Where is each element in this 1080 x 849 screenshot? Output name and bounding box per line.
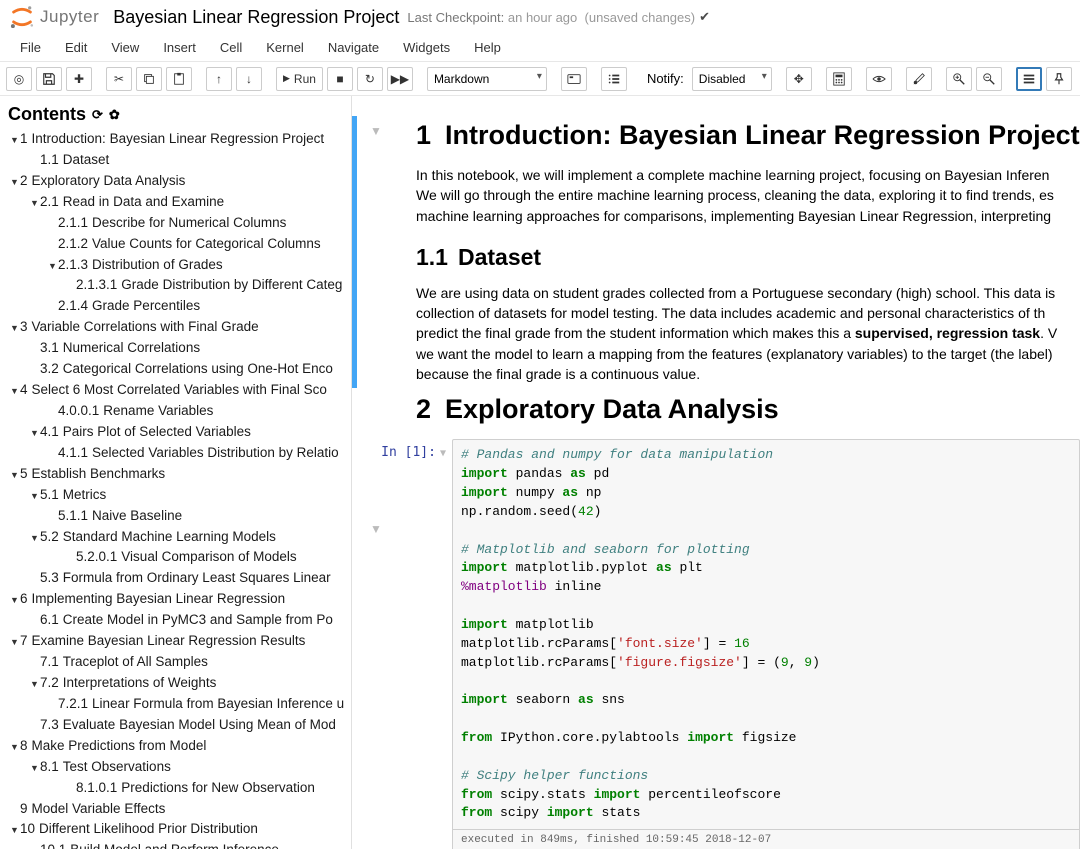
toc-item[interactable]: ▼2.1.3Distribution of Grades <box>8 255 347 276</box>
menu-help[interactable]: Help <box>462 36 513 59</box>
run-button[interactable]: ▶Run <box>276 67 323 91</box>
main-area: Contents ⟳ ✿ ▼1Introduction: Bayesian Li… <box>0 96 1080 849</box>
markdown-cell[interactable]: 1Introduction: Bayesian Linear Regressio… <box>372 120 1080 384</box>
toc-item[interactable]: ▼2.1Read in Data and Examine <box>8 192 347 213</box>
list-view-button[interactable] <box>1016 67 1042 91</box>
calculator-icon[interactable] <box>826 67 852 91</box>
add-cell-button[interactable]: ✚ <box>66 67 92 91</box>
menu-widgets[interactable]: Widgets <box>391 36 462 59</box>
toc-item[interactable]: 5.3Formula from Ordinary Least Squares L… <box>8 568 347 589</box>
collapse-input-icon[interactable]: ▼ <box>440 448 446 459</box>
toc-item[interactable]: ▼7.2Interpretations of Weights <box>8 673 347 694</box>
move-icon[interactable]: ✥ <box>786 67 812 91</box>
menu-edit[interactable]: Edit <box>53 36 99 59</box>
cut-button[interactable]: ✂ <box>106 67 132 91</box>
toc-sidebar: Contents ⟳ ✿ ▼1Introduction: Bayesian Li… <box>0 96 352 849</box>
cell-selection-bar <box>352 116 357 388</box>
toc-title: Contents ⟳ ✿ <box>8 104 347 125</box>
execution-info: executed in 849ms, finished 10:59:45 201… <box>453 829 1079 849</box>
toc-item[interactable]: 5.2.0.1Visual Comparison of Models <box>8 547 347 568</box>
code-input[interactable]: # Pandas and numpy for data manipulation… <box>452 439 1080 849</box>
toc-item[interactable]: 9Model Variable Effects <box>8 799 347 820</box>
menubar: File Edit View Insert Cell Kernel Naviga… <box>0 34 1080 62</box>
toc-item[interactable]: ▼4.1Pairs Plot of Selected Variables <box>8 422 347 443</box>
toc-item[interactable]: ▼5.1Metrics <box>8 485 347 506</box>
toc-item[interactable]: ▼10Different Likelihood Prior Distributi… <box>8 819 347 840</box>
code-cell[interactable]: In [1]:▼ # Pandas and numpy for data man… <box>372 439 1080 849</box>
copy-button[interactable] <box>136 67 162 91</box>
save-button[interactable] <box>36 67 62 91</box>
jupyter-icon <box>8 3 36 31</box>
toc-item[interactable]: 2.1.1Describe for Numerical Columns <box>8 213 347 234</box>
toc-item[interactable]: 3.1Numerical Correlations <box>8 338 347 359</box>
collapse-heading-icon[interactable]: ▼ <box>370 124 382 138</box>
menu-cell[interactable]: Cell <box>208 36 254 59</box>
restart-run-all-button[interactable]: ▶▶ <box>387 67 413 91</box>
celltype-select[interactable]: Markdown <box>427 67 547 91</box>
toolbar: ◎ ✚ ✂ ↑ ↓ ▶Run ■ ↻ ▶▶ Markdown Notify: D… <box>0 62 1080 96</box>
paragraph: We are using data on student grades coll… <box>416 283 1080 384</box>
toc-item[interactable]: ▼6Implementing Bayesian Linear Regressio… <box>8 589 347 610</box>
toc-item[interactable]: ▼2Exploratory Data Analysis <box>8 171 347 192</box>
gear-icon[interactable]: ✿ <box>109 107 120 123</box>
toc-item[interactable]: 7.2.1Linear Formula from Bayesian Infere… <box>8 694 347 715</box>
notify-select[interactable]: Disabled <box>692 67 772 91</box>
toc-item[interactable]: 6.1Create Model in PyMC3 and Sample from… <box>8 610 347 631</box>
toc-item[interactable]: 7.1Traceplot of All Samples <box>8 652 347 673</box>
notebook-area[interactable]: ▼ ▼ 1Introduction: Bayesian Linear Regre… <box>352 96 1080 849</box>
toc-item[interactable]: ▼1Introduction: Bayesian Linear Regressi… <box>8 129 347 150</box>
menu-view[interactable]: View <box>99 36 151 59</box>
toc-item[interactable]: ▼5.2Standard Machine Learning Models <box>8 527 347 548</box>
eye-icon[interactable] <box>866 67 892 91</box>
toc-item[interactable]: 1.1Dataset <box>8 150 347 171</box>
input-prompt: In [1]:▼ <box>372 439 452 849</box>
heading-1: 2Exploratory Data Analysis <box>416 394 1080 425</box>
toc-item[interactable]: 5.1.1Naive Baseline <box>8 506 347 527</box>
toc-item[interactable]: 4.1.1Selected Variables Distribution by … <box>8 443 347 464</box>
checkpoint-status: Last Checkpoint: an hour ago (unsaved ch… <box>407 10 695 25</box>
refresh-icon[interactable]: ⟳ <box>92 107 103 123</box>
toc-item[interactable]: 8.1.0.1Predictions for New Observation <box>8 778 347 799</box>
notebook-title[interactable]: Bayesian Linear Regression Project <box>113 7 399 28</box>
toc-item[interactable]: ▼4Select 6 Most Correlated Variables wit… <box>8 380 347 401</box>
notebook-header: Jupyter Bayesian Linear Regression Proje… <box>0 0 1080 34</box>
toc-list-icon[interactable] <box>601 67 627 91</box>
heading-2: 1.1Dataset <box>416 244 1080 271</box>
toc-item[interactable]: 3.2Categorical Correlations using One-Ho… <box>8 359 347 380</box>
menu-kernel[interactable]: Kernel <box>254 36 316 59</box>
notify-label: Notify: <box>647 71 684 86</box>
menu-file[interactable]: File <box>8 36 53 59</box>
move-up-button[interactable]: ↑ <box>206 67 232 91</box>
toc-item[interactable]: 2.1.4Grade Percentiles <box>8 296 347 317</box>
paragraph: In this notebook, we will implement a co… <box>416 165 1080 226</box>
jupyter-logo-text: Jupyter <box>40 7 99 27</box>
markdown-cell[interactable]: 2Exploratory Data Analysis <box>372 394 1080 425</box>
toc-item[interactable]: 4.0.0.1Rename Variables <box>8 401 347 422</box>
toc-item[interactable]: 10.1Build Model and Perform Inference <box>8 840 347 849</box>
toc-item[interactable]: ▼7Examine Bayesian Linear Regression Res… <box>8 631 347 652</box>
toc-item[interactable]: 7.3Evaluate Bayesian Model Using Mean of… <box>8 715 347 736</box>
brush-icon[interactable] <box>906 67 932 91</box>
toc-item[interactable]: ▼8.1Test Observations <box>8 757 347 778</box>
target-icon[interactable]: ◎ <box>6 67 32 91</box>
zoom-in-button[interactable] <box>946 67 972 91</box>
toc-item[interactable]: ▼5Establish Benchmarks <box>8 464 347 485</box>
toc-list: ▼1Introduction: Bayesian Linear Regressi… <box>8 129 347 849</box>
zoom-out-button[interactable] <box>976 67 1002 91</box>
move-down-button[interactable]: ↓ <box>236 67 262 91</box>
checkmark-icon: ✔ <box>699 9 710 25</box>
menu-navigate[interactable]: Navigate <box>316 36 391 59</box>
menu-insert[interactable]: Insert <box>151 36 208 59</box>
toc-item[interactable]: ▼8Make Predictions from Model <box>8 736 347 757</box>
restart-button[interactable]: ↻ <box>357 67 383 91</box>
pin-icon[interactable] <box>1046 67 1072 91</box>
toc-item[interactable]: ▼3Variable Correlations with Final Grade <box>8 317 347 338</box>
toc-item[interactable]: 2.1.2Value Counts for Categorical Column… <box>8 234 347 255</box>
heading-1: 1Introduction: Bayesian Linear Regressio… <box>416 120 1080 151</box>
jupyter-logo[interactable]: Jupyter <box>8 3 109 31</box>
paste-button[interactable] <box>166 67 192 91</box>
interrupt-button[interactable]: ■ <box>327 67 353 91</box>
command-palette-button[interactable] <box>561 67 587 91</box>
toc-item[interactable]: 2.1.3.1Grade Distribution by Different C… <box>8 275 347 296</box>
